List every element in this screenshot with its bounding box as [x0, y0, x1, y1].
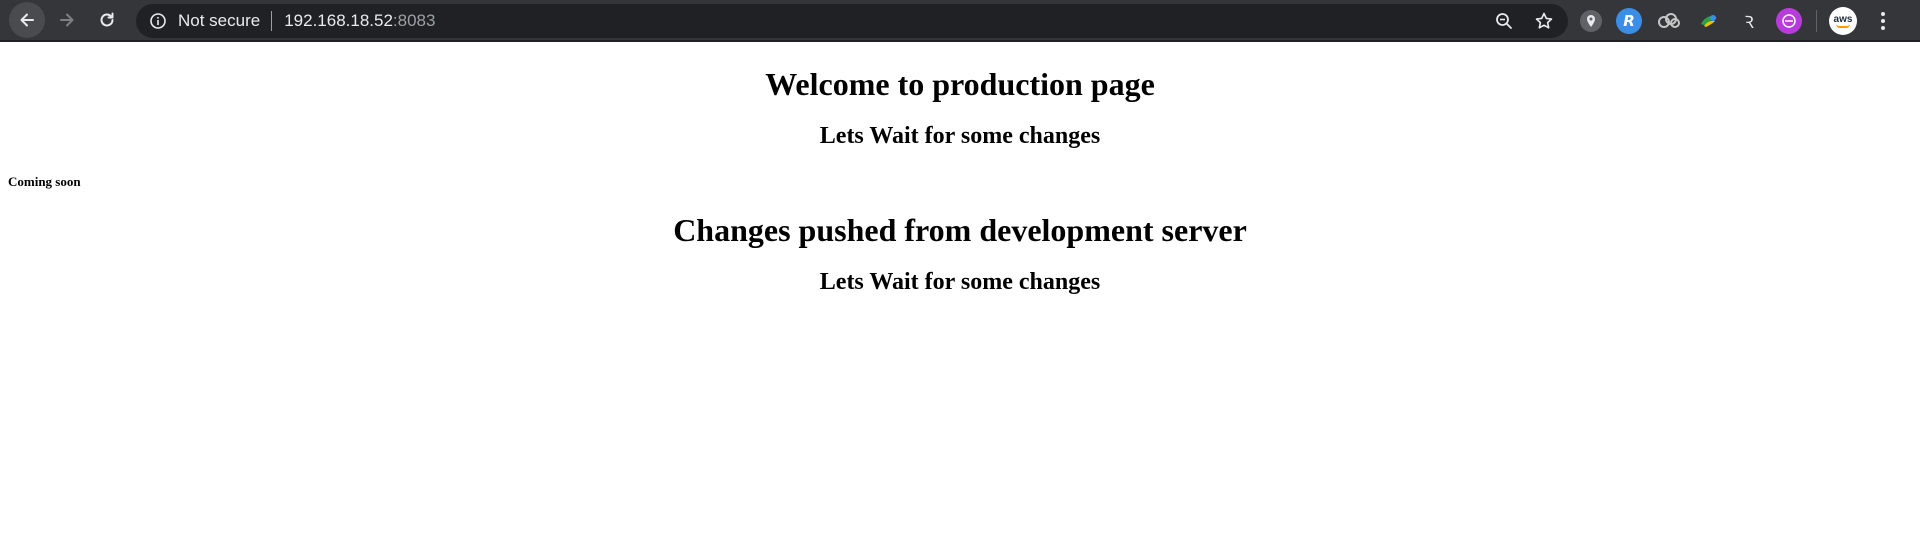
security-label[interactable]: Not secure: [178, 11, 260, 31]
star-icon[interactable]: [1532, 9, 1556, 33]
reload-button[interactable]: [89, 2, 125, 38]
url-text[interactable]: 192.168.18.52 :8083: [284, 11, 435, 31]
zoom-out-icon[interactable]: [1492, 9, 1516, 33]
url-port: :8083: [392, 11, 436, 30]
page-subheading-wait: Lets Wait for some changes: [819, 123, 1101, 149]
page-subheading-wait-2: Lets Wait for some changes: [819, 269, 1101, 295]
r-blue-extension-icon[interactable]: R: [1616, 8, 1642, 34]
purple-circle-extension-icon[interactable]: [1776, 8, 1802, 34]
back-button[interactable]: [9, 2, 45, 38]
omnibox-divider: [271, 11, 273, 31]
forward-button[interactable]: [49, 2, 85, 38]
reload-icon: [100, 12, 114, 27]
more-vert-icon[interactable]: [1873, 7, 1893, 35]
url-host: 192.168.18.52: [284, 11, 393, 30]
location-pin-extension-icon[interactable]: [1580, 10, 1602, 32]
colorful-extension-icon[interactable]: [1696, 8, 1722, 34]
page-heading-welcome: Welcome to production page: [765, 66, 1155, 102]
page-heading-changes: Changes pushed from development server: [673, 212, 1247, 248]
extensions-divider: [1816, 10, 1817, 32]
r-mono-extension-icon[interactable]: Ꝛ: [1736, 8, 1762, 34]
forward-arrow-icon: [60, 13, 74, 27]
coming-soon-note: Coming soon: [8, 174, 81, 189]
address-bar[interactable]: Not secure 192.168.18.52 :8083: [136, 4, 1568, 38]
aws-smile-icon: [1836, 24, 1850, 28]
browser-toolbar: Not secure 192.168.18.52 :8083 R Ꝛ aws: [0, 0, 1920, 42]
info-icon[interactable]: [149, 12, 167, 30]
cloud-extension-icon[interactable]: [1656, 8, 1682, 34]
extensions-bar: R Ꝛ aws: [1580, 4, 1893, 38]
profile-avatar[interactable]: aws: [1829, 7, 1857, 35]
back-arrow-icon: [20, 13, 34, 27]
